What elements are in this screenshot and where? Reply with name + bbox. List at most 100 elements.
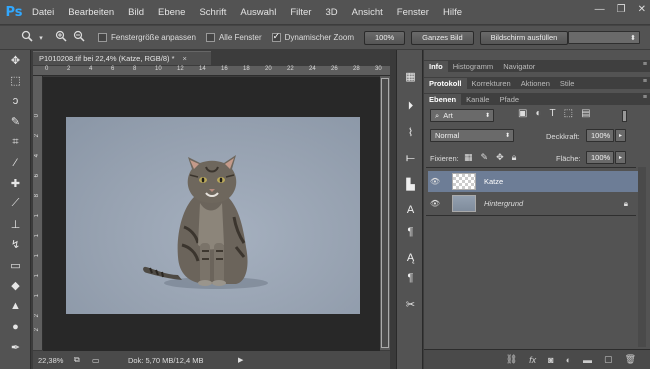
smart-object-filter-icon[interactable]: ▤: [581, 108, 590, 119]
ruler-horizontal[interactable]: 0 2 4 6 8 10 12 14 16 18 20 22 24 26 28 …: [33, 66, 390, 76]
menu-bearbeiten[interactable]: Bearbeiten: [68, 7, 114, 18]
panel-menu-icon[interactable]: ≡: [643, 61, 647, 68]
chevron-down-icon[interactable]: ▾: [36, 34, 46, 42]
all-windows-checkbox[interactable]: Alle Fenster: [205, 33, 262, 42]
menu-bild[interactable]: Bild: [128, 7, 144, 18]
adjustment-filter-icon[interactable]: ◐: [535, 108, 541, 119]
menu-3d[interactable]: 3D: [325, 7, 337, 18]
zoom-100-button[interactable]: 100%: [363, 30, 406, 45]
lasso-tool-icon[interactable]: ↄ: [0, 91, 31, 112]
layer-row-katze[interactable]: 👁︎ Katze: [428, 171, 638, 192]
new-layer-icon[interactable]: ▢: [604, 354, 613, 365]
layers-scrollbar[interactable]: [638, 167, 646, 347]
dodge-tool-icon[interactable]: ●: [0, 317, 31, 338]
brush-panel-icon[interactable]: ⌇: [397, 122, 424, 142]
visibility-eye-icon[interactable]: 👁︎: [428, 199, 442, 208]
fill-dropdown-button[interactable]: ▸: [615, 151, 626, 164]
play-arrow-icon[interactable]: ▶: [238, 356, 243, 364]
paragraph-panel-icon[interactable]: ¶: [397, 222, 424, 242]
document-tab[interactable]: P1010208.tif bei 22,4% (Katze, RGB/8) * …: [33, 51, 211, 65]
layer-mask-icon[interactable]: ◙: [548, 355, 553, 365]
lock-transparency-icon[interactable]: ▦: [464, 152, 473, 163]
scrubby-zoom-checkbox[interactable]: Dynamischer Zoom: [271, 31, 354, 42]
menu-ebene[interactable]: Ebene: [158, 7, 185, 18]
group-icon[interactable]: ▬: [583, 355, 592, 365]
layer-filter-select[interactable]: ⌕ Art ⬍: [430, 109, 494, 122]
history-brush-tool-icon[interactable]: ↯: [0, 235, 31, 256]
zoom-in-icon[interactable]: [52, 30, 70, 45]
menu-auswahl[interactable]: Auswahl: [240, 7, 276, 18]
close-window-button[interactable]: ✕: [638, 4, 646, 15]
trash-icon[interactable]: 🗑︎: [625, 354, 636, 365]
adjustment-layer-icon[interactable]: ◐: [566, 355, 571, 365]
blur-tool-icon[interactable]: ▲: [0, 296, 31, 317]
restore-button[interactable]: ❐: [617, 4, 626, 15]
link-layers-icon[interactable]: ⛓︎: [506, 354, 517, 365]
history-panel-icon[interactable]: ⏵: [397, 96, 424, 116]
opacity-dropdown-button[interactable]: ▸: [615, 129, 626, 142]
pixel-filter-icon[interactable]: ▣: [518, 108, 527, 119]
tool-presets-icon[interactable]: ⟝: [397, 148, 424, 168]
menu-hilfe[interactable]: Hilfe: [443, 7, 462, 18]
crop-tool-icon[interactable]: ⌗: [0, 132, 31, 153]
paragraph-styles-icon[interactable]: ¶: [397, 268, 424, 288]
zoom-tool-icon[interactable]: [18, 30, 36, 45]
lock-position-icon[interactable]: ✥: [496, 152, 504, 163]
layer-row-hintergrund[interactable]: 👁︎ Hintergrund 🔒︎: [428, 193, 638, 214]
document-canvas-photo[interactable]: [66, 117, 360, 314]
menu-schrift[interactable]: Schrift: [199, 7, 226, 18]
zoom-out-icon[interactable]: [70, 30, 88, 45]
type-filter-icon[interactable]: T: [550, 108, 556, 119]
lock-all-icon[interactable]: 🔒︎: [512, 152, 517, 163]
tab-styles[interactable]: Stile: [555, 78, 580, 89]
blend-mode-select[interactable]: Normal ⬍: [430, 129, 514, 142]
close-icon[interactable]: ×: [183, 54, 187, 63]
tab-navigator[interactable]: Navigator: [498, 61, 540, 72]
panel-menu-icon[interactable]: ≡: [643, 94, 647, 101]
tab-histogram[interactable]: Histogramm: [448, 61, 498, 72]
tools-options-icon[interactable]: ✂: [397, 294, 424, 314]
checkbox-box[interactable]: [271, 31, 281, 42]
fit-windows-checkbox[interactable]: Fenstergröße anpassen: [98, 33, 196, 42]
tab-paths[interactable]: Pfade: [494, 94, 524, 105]
panel-menu-icon[interactable]: ≡: [643, 78, 647, 85]
tab-adjustments[interactable]: Korrekturen: [467, 78, 516, 89]
tab-actions[interactable]: Aktionen: [516, 78, 555, 89]
pen-tool-icon[interactable]: ✒: [0, 337, 31, 358]
fill-input[interactable]: 100%: [586, 151, 614, 164]
export-icon[interactable]: ⧉: [74, 355, 92, 365]
minimize-button[interactable]: —: [595, 4, 605, 15]
brush-tool-icon[interactable]: ⟋: [0, 194, 31, 215]
move-tool-icon[interactable]: ✥: [0, 50, 31, 71]
character-styles-icon[interactable]: Ą: [397, 248, 424, 268]
tab-info[interactable]: Info: [424, 61, 448, 72]
clone-source-icon[interactable]: ▙: [397, 174, 424, 194]
filter-toggle[interactable]: [622, 110, 627, 122]
menu-ansicht[interactable]: Ansicht: [352, 7, 383, 18]
checkbox-box[interactable]: [205, 33, 215, 42]
lock-pixels-icon[interactable]: ✎: [481, 152, 489, 163]
ruler-vertical[interactable]: 0 2 4 6 8 1 1 1 1 1 2 2: [33, 76, 43, 350]
workspace-select[interactable]: ⬍: [568, 31, 640, 44]
layer-style-icon[interactable]: fx: [529, 355, 536, 365]
tab-layers[interactable]: Ebenen: [424, 94, 462, 105]
menu-fenster[interactable]: Fenster: [397, 7, 429, 18]
shape-filter-icon[interactable]: ⬚: [564, 108, 573, 119]
menu-filter[interactable]: Filter: [290, 7, 311, 18]
clone-stamp-tool-icon[interactable]: ⊥: [0, 214, 31, 235]
tab-channels[interactable]: Kanäle: [461, 94, 494, 105]
info-panel-icon[interactable]: ▦: [397, 66, 424, 86]
checkbox-box[interactable]: [98, 33, 107, 42]
paint-bucket-tool-icon[interactable]: ◆: [0, 276, 31, 297]
fit-screen-button[interactable]: Ganzes Bild: [411, 30, 474, 45]
split-view-icon[interactable]: ▭: [92, 356, 128, 365]
scrollbar-thumb[interactable]: [381, 78, 389, 348]
marquee-tool-icon[interactable]: ⬚: [0, 71, 31, 92]
quick-select-tool-icon[interactable]: ✎: [0, 112, 31, 133]
healing-brush-tool-icon[interactable]: ✚: [0, 173, 31, 194]
vertical-scrollbar[interactable]: [380, 76, 390, 350]
zoom-level[interactable]: 22,38%: [38, 356, 74, 365]
fill-screen-button[interactable]: Bildschirm ausfüllen: [479, 30, 569, 45]
opacity-input[interactable]: 100%: [586, 129, 614, 142]
character-panel-icon[interactable]: A: [397, 200, 424, 220]
